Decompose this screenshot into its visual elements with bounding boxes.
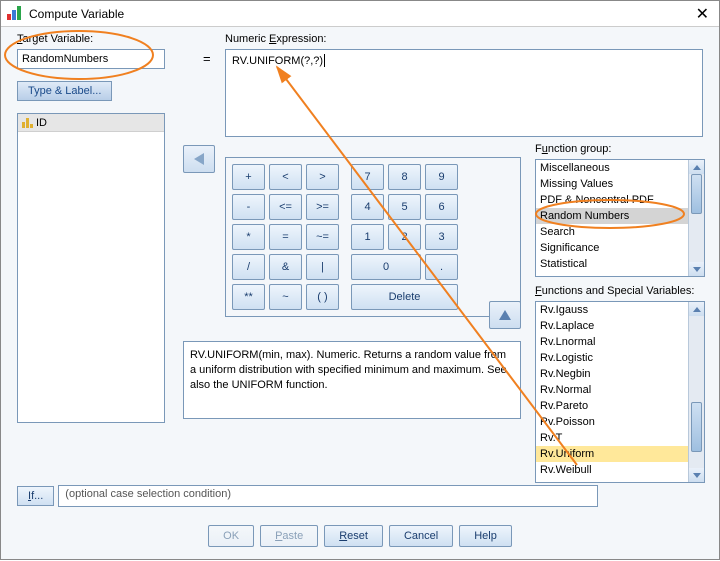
function-item[interactable]: Rv.Pareto [536, 398, 688, 414]
keypad-1[interactable]: 1 [351, 224, 384, 250]
paste-button[interactable]: Paste [260, 525, 318, 547]
function-group-item[interactable]: Search [536, 224, 688, 240]
keypad-parens[interactable]: ( ) [306, 284, 339, 310]
spss-icon [7, 6, 23, 22]
move-to-expression-button[interactable] [183, 145, 215, 173]
close-icon[interactable]: ✕ [692, 4, 713, 24]
function-group-item[interactable]: PDF & Noncentral PDF [536, 192, 688, 208]
keypad-0[interactable]: 0 [351, 254, 421, 280]
type-and-label-button[interactable]: Type & Label... [17, 81, 112, 101]
keypad-8[interactable]: 8 [388, 164, 421, 190]
keypad-minus[interactable]: - [232, 194, 265, 220]
title-bar: Compute Variable ✕ [1, 1, 719, 27]
function-group-label: Function group: [535, 143, 611, 155]
expression-text: RV.UNIFORM(?,?) [232, 55, 323, 67]
keypad-5[interactable]: 5 [388, 194, 421, 220]
reset-button[interactable]: Reset [324, 525, 383, 547]
ok-button[interactable]: OK [208, 525, 254, 547]
keypad-and[interactable]: & [269, 254, 302, 280]
functions-list-label: Functions and Special Variables: [535, 285, 694, 297]
keypad-neq[interactable]: ~= [306, 224, 339, 250]
function-item[interactable]: Rv.Lnormal [536, 334, 688, 350]
window-title: Compute Variable [29, 7, 124, 21]
arrow-left-icon [194, 153, 204, 165]
function-item[interactable]: Rv.Negbin [536, 366, 688, 382]
keypad-multiply[interactable]: * [232, 224, 265, 250]
functions-list[interactable]: Rv.IgaussRv.LaplaceRv.LnormalRv.Logistic… [535, 301, 705, 483]
keypad-eq[interactable]: = [269, 224, 302, 250]
keypad-7[interactable]: 7 [351, 164, 384, 190]
insert-function-button[interactable] [489, 301, 521, 329]
function-item[interactable]: Rv.Uniform [536, 446, 688, 462]
keypad-delete[interactable]: Delete [351, 284, 458, 310]
scale-variable-icon [22, 118, 32, 128]
function-item[interactable]: Rv.Logistic [536, 350, 688, 366]
function-group-item[interactable]: Random Numbers [536, 208, 688, 224]
keypad-4[interactable]: 4 [351, 194, 384, 220]
compute-variable-dialog: Compute Variable ✕ Target Variable: Type… [0, 0, 720, 560]
function-item[interactable]: Rv.Weibull [536, 462, 688, 478]
numeric-expression-label: Numeric Expression: [225, 33, 327, 45]
keypad-lt[interactable]: < [269, 164, 302, 190]
numeric-expression-input[interactable]: RV.UNIFORM(?,?) [225, 49, 703, 137]
keypad-or[interactable]: | [306, 254, 339, 280]
function-group-item[interactable]: Significance [536, 240, 688, 256]
function-item[interactable]: Rv.Normal [536, 382, 688, 398]
keypad-9[interactable]: 9 [425, 164, 458, 190]
scrollbar[interactable] [688, 302, 704, 482]
scrollbar[interactable] [688, 160, 704, 276]
keypad-dot[interactable]: . [425, 254, 458, 280]
keypad-divide[interactable]: / [232, 254, 265, 280]
keypad-not[interactable]: ~ [269, 284, 302, 310]
function-item[interactable]: Rv.Igauss [536, 302, 688, 318]
function-help-text: RV.UNIFORM(min, max). Numeric. Returns a… [183, 341, 521, 419]
function-group-item[interactable]: Missing Values [536, 176, 688, 192]
variable-list[interactable]: ID [17, 113, 165, 423]
variable-name: ID [36, 117, 47, 129]
keypad-plus[interactable]: + [232, 164, 265, 190]
function-group-list[interactable]: MiscellaneousMissing ValuesPDF & Noncent… [535, 159, 705, 277]
target-variable-input[interactable] [17, 49, 165, 69]
function-item[interactable]: Rv.T [536, 430, 688, 446]
if-button[interactable]: If... [17, 486, 54, 506]
function-item[interactable]: Rv.Poisson [536, 414, 688, 430]
calculator-keypad: + < > 7 8 9 - <= >= 4 5 6 * = ~= [225, 157, 521, 317]
target-variable-label: Target Variable: [17, 33, 93, 45]
variable-list-item[interactable]: ID [18, 114, 164, 132]
help-button[interactable]: Help [459, 525, 512, 547]
keypad-6[interactable]: 6 [425, 194, 458, 220]
keypad-gt[interactable]: > [306, 164, 339, 190]
keypad-3[interactable]: 3 [425, 224, 458, 250]
function-group-item[interactable]: Statistical [536, 256, 688, 272]
keypad-lte[interactable]: <= [269, 194, 302, 220]
keypad-gte[interactable]: >= [306, 194, 339, 220]
if-condition-display: (optional case selection condition) [58, 485, 598, 507]
cancel-button[interactable]: Cancel [389, 525, 453, 547]
equals-sign: = [203, 51, 211, 66]
arrow-up-icon [499, 310, 511, 320]
dialog-button-row: OK Paste Reset Cancel Help [1, 525, 719, 547]
keypad-2[interactable]: 2 [388, 224, 421, 250]
keypad-power[interactable]: ** [232, 284, 265, 310]
function-group-item[interactable]: Miscellaneous [536, 160, 688, 176]
function-item[interactable]: Rv.Laplace [536, 318, 688, 334]
